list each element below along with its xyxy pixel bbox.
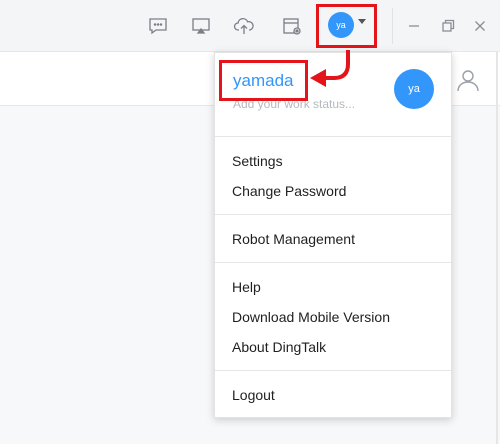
menu-item-about[interactable]: About DingTalk — [215, 332, 451, 362]
titlebar-divider — [392, 8, 393, 44]
contacts-icon[interactable] — [455, 67, 481, 93]
menu-divider — [215, 136, 451, 137]
panel-edge — [496, 52, 498, 444]
calendar-settings-icon[interactable] — [281, 15, 303, 37]
menu-divider — [215, 214, 451, 215]
restore-icon[interactable] — [437, 15, 459, 37]
message-icon[interactable] — [147, 15, 169, 37]
menu-divider — [215, 370, 451, 371]
avatar-highlight-box — [316, 4, 377, 48]
close-icon[interactable] — [469, 15, 491, 37]
menu-item-settings[interactable]: Settings — [215, 146, 451, 176]
cloud-upload-icon[interactable] — [233, 15, 255, 37]
menu-divider — [215, 262, 451, 263]
menu-item-help[interactable]: Help — [215, 272, 451, 302]
title-bar: ya — [0, 0, 500, 52]
profile-avatar[interactable]: ya — [394, 69, 434, 109]
user-dropdown-menu: yamada Add your work status... ya Settin… — [214, 52, 452, 418]
menu-item-robot-management[interactable]: Robot Management — [215, 224, 451, 254]
menu-item-download-mobile[interactable]: Download Mobile Version — [215, 302, 451, 332]
menu-item-change-password[interactable]: Change Password — [215, 176, 451, 206]
screen-share-icon[interactable] — [190, 15, 212, 37]
name-highlight-box — [219, 60, 308, 101]
app-window: ya yamada Add your work status... ya Set… — [0, 0, 500, 444]
menu-item-logout[interactable]: Logout — [215, 380, 451, 410]
minimize-icon[interactable] — [403, 15, 425, 37]
